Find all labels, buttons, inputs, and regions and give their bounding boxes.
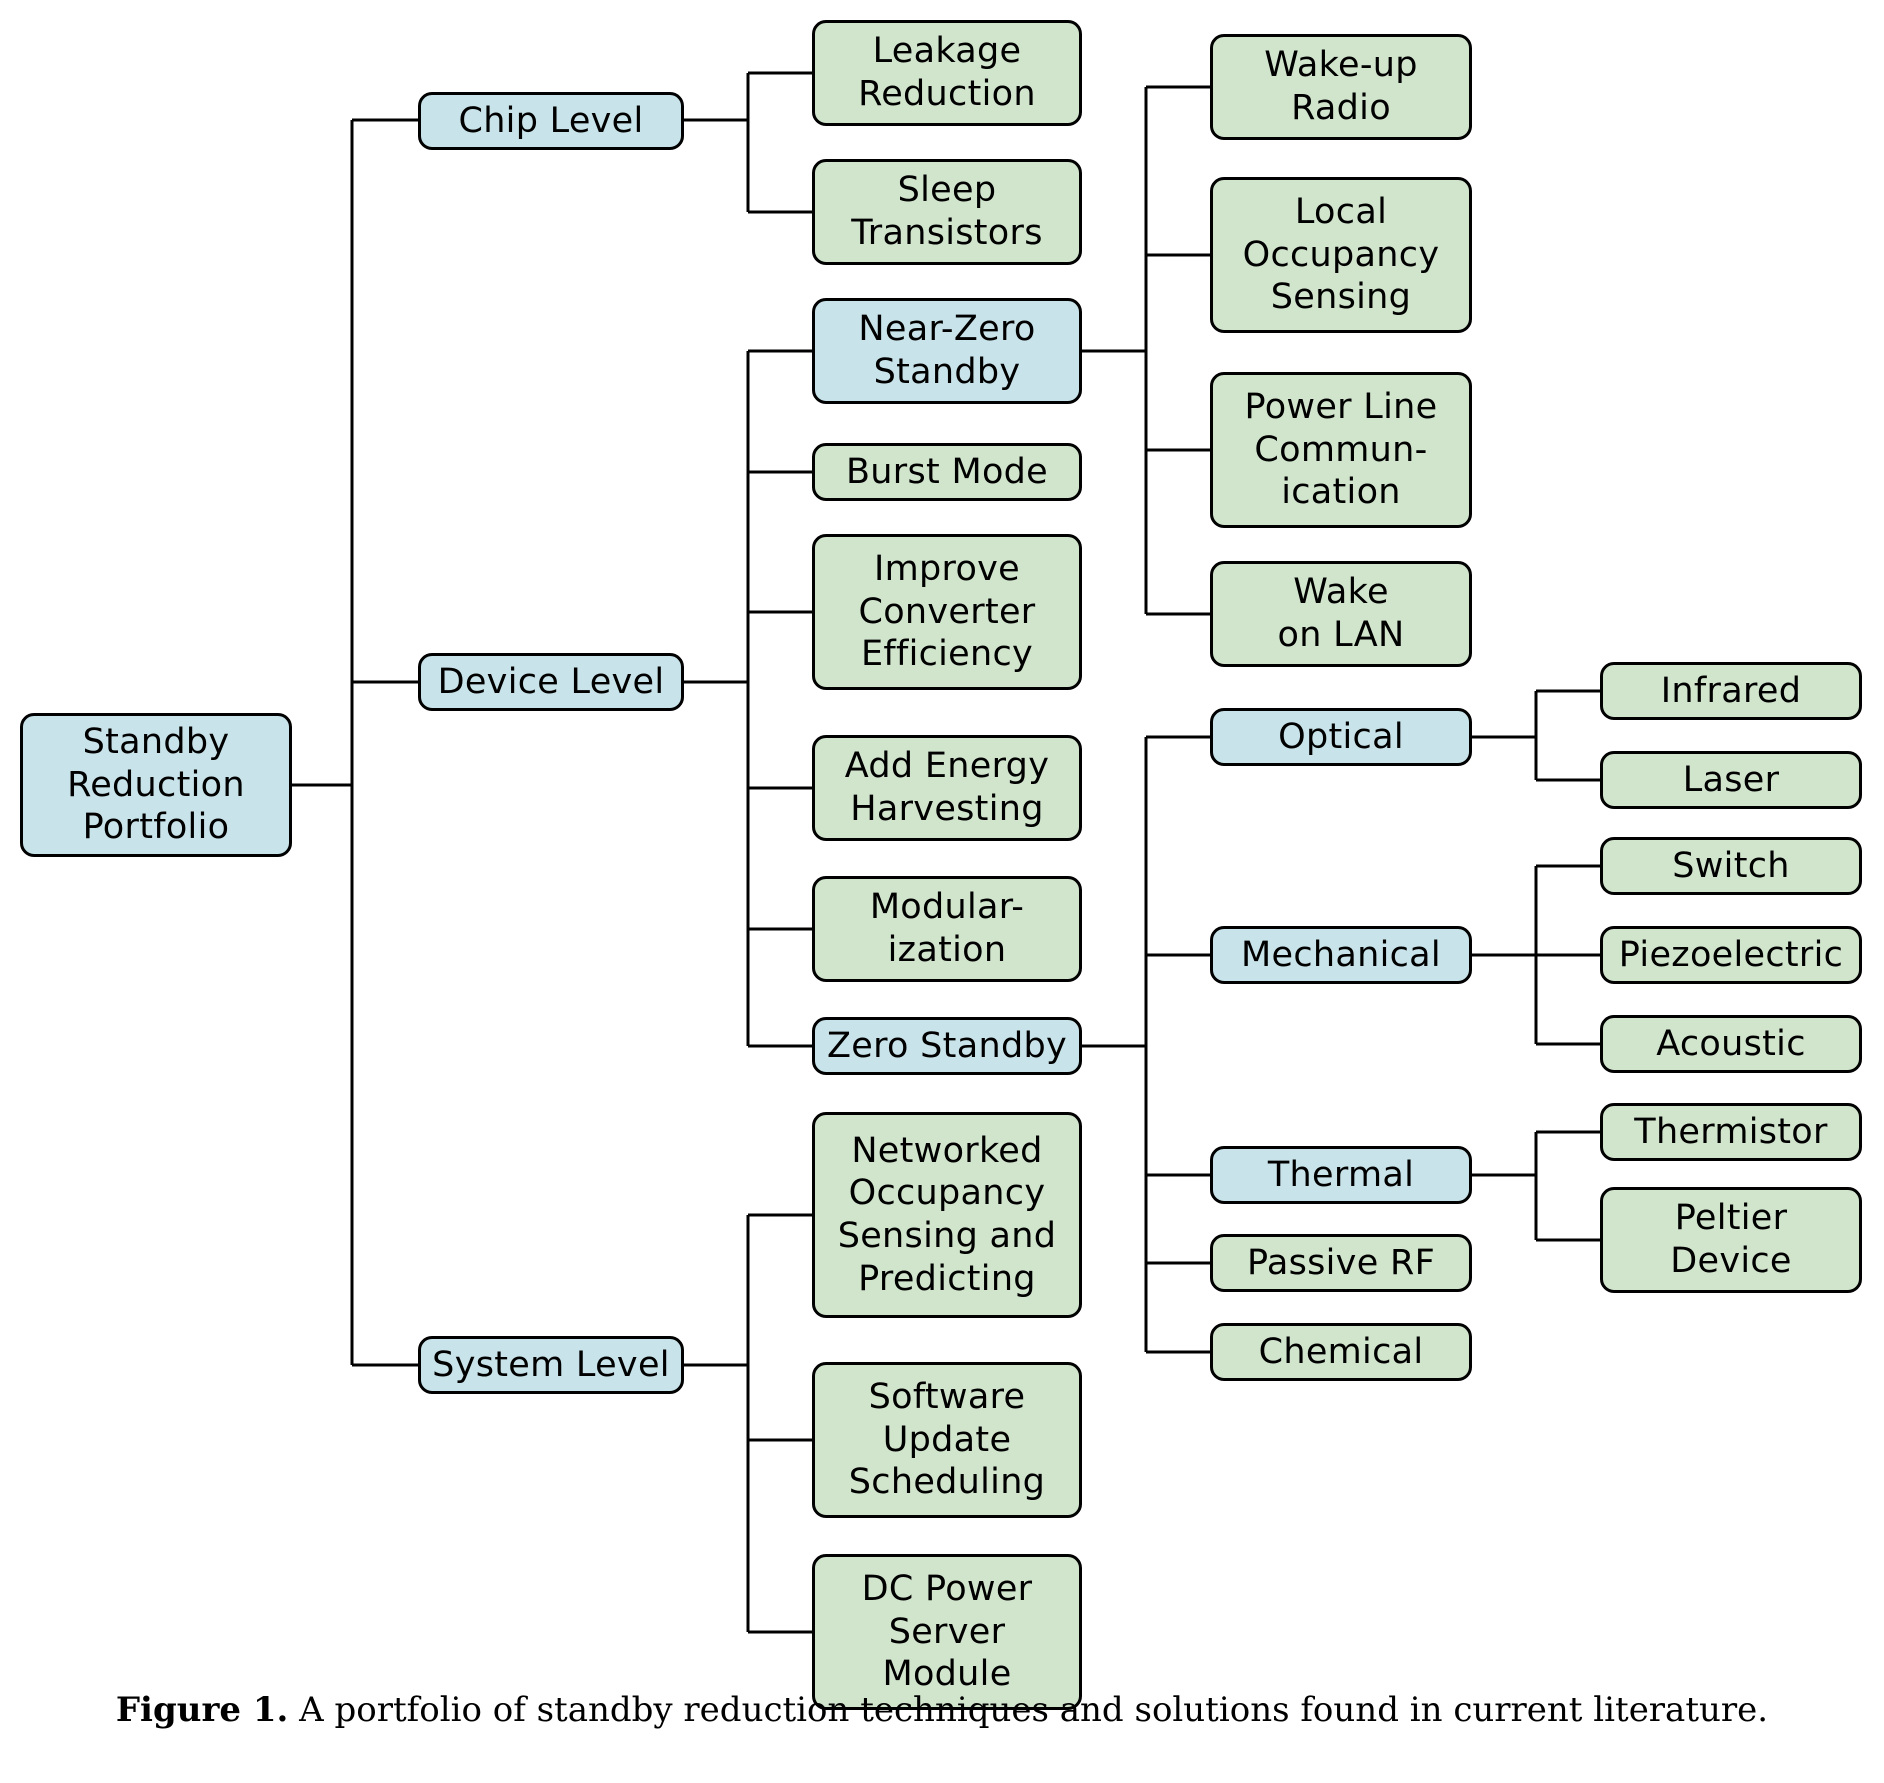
node-passive-rf[interactable]: Passive RF [1210, 1234, 1472, 1292]
node-mechanical[interactable]: Mechanical [1210, 926, 1472, 984]
node-thermistor[interactable]: Thermistor [1600, 1103, 1862, 1161]
node-dc-power-server-module[interactable]: DC Power Server Module [812, 1554, 1082, 1710]
node-add-energy-harvesting[interactable]: Add Energy Harvesting [812, 735, 1082, 841]
node-leakage-reduction[interactable]: Leakage Reduction [812, 20, 1082, 126]
node-peltier-device[interactable]: Peltier Device [1600, 1187, 1862, 1293]
node-piezoelectric[interactable]: Piezoelectric [1600, 926, 1862, 984]
node-local-occupancy-sensing[interactable]: Local Occupancy Sensing [1210, 177, 1472, 333]
figure-caption-label: Figure 1. [115, 1690, 289, 1730]
node-infrared[interactable]: Infrared [1600, 662, 1862, 720]
figure-canvas: Standby Reduction Portfolio Chip Level D… [0, 0, 1884, 1783]
node-chemical[interactable]: Chemical [1210, 1323, 1472, 1381]
node-system-level[interactable]: System Level [418, 1336, 684, 1394]
node-switch[interactable]: Switch [1600, 837, 1862, 895]
node-modularization[interactable]: Modular- ization [812, 876, 1082, 982]
figure-caption: Figure 1. A portfolio of standby reducti… [0, 1690, 1884, 1730]
node-device-level[interactable]: Device Level [418, 653, 684, 711]
node-improve-converter-efficiency[interactable]: Improve Converter Efficiency [812, 534, 1082, 690]
node-burst-mode[interactable]: Burst Mode [812, 443, 1082, 501]
node-sleep-transistors[interactable]: Sleep Transistors [812, 159, 1082, 265]
figure-caption-text: A portfolio of standby reduction techniq… [288, 1690, 1769, 1730]
node-laser[interactable]: Laser [1600, 751, 1862, 809]
node-near-zero-standby[interactable]: Near-Zero Standby [812, 298, 1082, 404]
node-zero-standby[interactable]: Zero Standby [812, 1017, 1082, 1075]
node-software-update-scheduling[interactable]: Software Update Scheduling [812, 1362, 1082, 1518]
node-optical[interactable]: Optical [1210, 708, 1472, 766]
node-thermal[interactable]: Thermal [1210, 1146, 1472, 1204]
node-wake-up-radio[interactable]: Wake-up Radio [1210, 34, 1472, 140]
node-power-line-communication[interactable]: Power Line Commun- ication [1210, 372, 1472, 528]
node-wake-on-lan[interactable]: Wake on LAN [1210, 561, 1472, 667]
node-acoustic[interactable]: Acoustic [1600, 1015, 1862, 1073]
node-networked-occupancy-sensing-and-predicting[interactable]: Networked Occupancy Sensing and Predicti… [812, 1112, 1082, 1318]
node-standby-reduction-portfolio[interactable]: Standby Reduction Portfolio [20, 713, 292, 857]
node-chip-level[interactable]: Chip Level [418, 92, 684, 150]
